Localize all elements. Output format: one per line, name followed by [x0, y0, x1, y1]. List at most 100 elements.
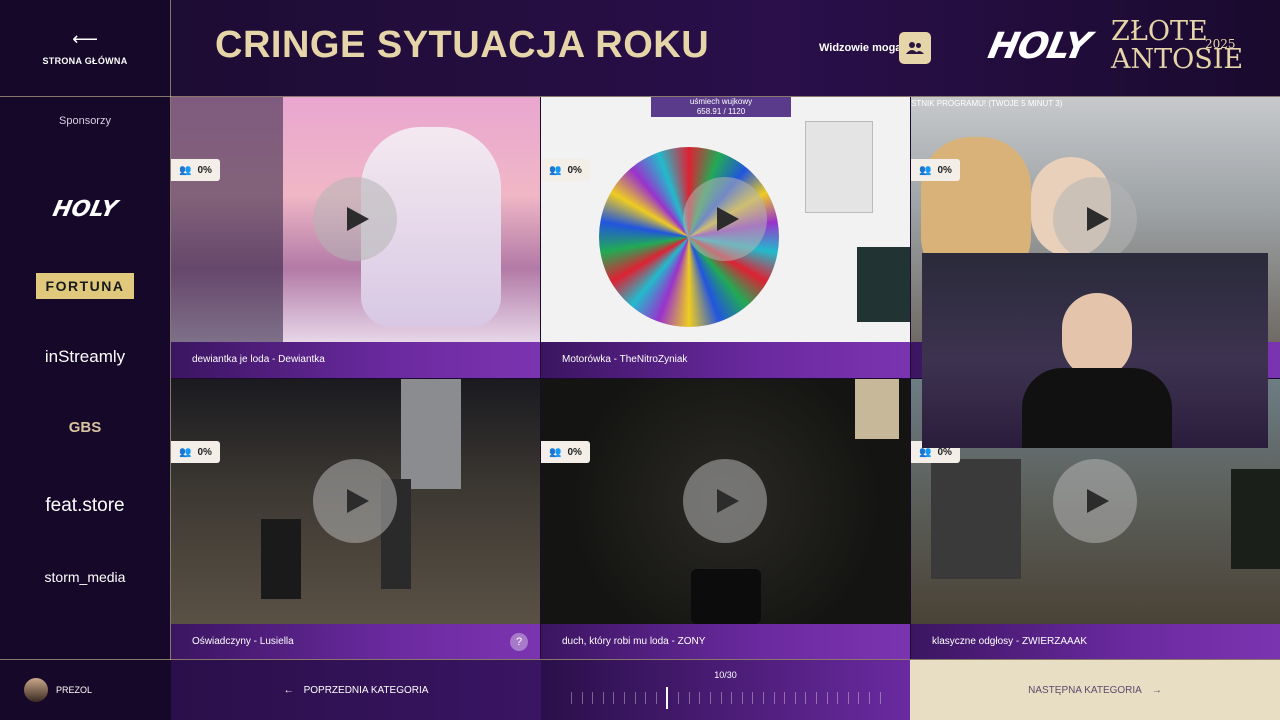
- progress-ticks: [571, 687, 881, 709]
- vote-percent: 0%: [197, 164, 212, 176]
- streamer-head: [1062, 293, 1132, 378]
- vote-percent-badge: 👥 0%: [541, 441, 590, 463]
- user-profile[interactable]: PREZOL: [24, 678, 92, 702]
- caption-bar: Motorówka - TheNitroZyniak: [541, 342, 910, 378]
- minecraft-wolf: [931, 459, 1021, 579]
- wheel-title: uśmiech wujkowy: [689, 97, 753, 106]
- users-icon: 👥: [179, 164, 192, 176]
- play-button[interactable]: [313, 177, 397, 261]
- progress-tick: [847, 692, 849, 704]
- avatar-badge: [855, 379, 899, 439]
- wheel-overlay: uśmiech wujkowy 658.91 / 1120: [651, 97, 791, 117]
- divider: [170, 0, 171, 720]
- play-icon: [347, 489, 369, 513]
- play-icon: [1087, 489, 1109, 513]
- streamer-webcam: [922, 253, 1268, 448]
- sponsor-fortuna[interactable]: FORTUNA: [36, 273, 134, 299]
- sponsor-gbs[interactable]: GBS: [0, 419, 170, 436]
- progress-tick: [571, 692, 572, 704]
- progress-tick: [816, 692, 818, 704]
- vote-percent-badge: 👥 0%: [171, 159, 220, 181]
- progress-tick: [731, 692, 733, 704]
- clip-tile-1[interactable]: 👥 0% dewiantka je loda - Dewiantka: [171, 97, 540, 378]
- progress-tick: [592, 692, 594, 704]
- progress-tick: [581, 692, 583, 704]
- clip-caption: duch, który robi mu loda - ZONY: [562, 636, 706, 647]
- progress-tick: [858, 692, 860, 704]
- sponsor-instreamly[interactable]: inStreamly: [0, 347, 170, 367]
- username: PREZOL: [56, 685, 93, 695]
- progress-count: 10/30: [714, 670, 737, 680]
- users-icon: [906, 42, 924, 54]
- caption-bar: klasyczne odgłosy - ZWIERZAAAK: [911, 624, 1280, 659]
- progress-tick: [613, 692, 615, 704]
- wheel-value: 658.91 / 1120: [696, 107, 746, 116]
- progress-tick: [699, 692, 701, 704]
- progress-tick: [709, 692, 711, 704]
- users-icon: 👥: [919, 164, 932, 176]
- progress-tick: [624, 692, 626, 704]
- sponsors-heading: Sponsorzy: [59, 115, 111, 127]
- clip-tile-4[interactable]: 👥 0% Oświadczyny - Lusiella ?: [171, 379, 540, 659]
- caption-bar: Oświadczyny - Lusiella: [171, 624, 540, 659]
- divider: [0, 96, 1280, 97]
- progress-tick: [634, 692, 636, 704]
- play-button[interactable]: [683, 459, 767, 543]
- progress-tick: [784, 692, 786, 704]
- progress-tick: [762, 692, 764, 704]
- next-category-label: NASTĘPNA KATEGORIA: [1028, 684, 1142, 696]
- award-year: 2025: [1205, 37, 1236, 51]
- play-button[interactable]: [1053, 459, 1137, 543]
- streamer-shirt: [1022, 368, 1172, 448]
- sponsor-stormmedia[interactable]: storm_media: [0, 569, 170, 585]
- play-button[interactable]: [1053, 177, 1137, 261]
- arrow-left-icon: ←: [283, 684, 294, 696]
- progress-tick: [837, 692, 839, 704]
- phone: [691, 569, 761, 624]
- vote-percent-badge: 👥 0%: [171, 441, 220, 463]
- progress-tick: [794, 692, 796, 704]
- clip-tile-5[interactable]: 👥 0% duch, który robi mu loda - ZONY: [541, 379, 910, 659]
- home-button[interactable]: ⟵ STRONA GŁÓWNA: [0, 0, 170, 96]
- progress-tick: [741, 692, 743, 704]
- users-icon: 👥: [549, 446, 562, 458]
- users-icon: 👥: [919, 446, 932, 458]
- progress-tick: [752, 692, 754, 704]
- vote-percent-badge: 👥 0%: [541, 159, 590, 181]
- vote-percent: 0%: [567, 446, 582, 458]
- arrow-left-icon: ⟵: [72, 29, 98, 49]
- previous-category-label: POPRZEDNIA KATEGORIA: [303, 684, 429, 696]
- users-icon: 👥: [549, 164, 562, 176]
- footer: PREZOL ← POPRZEDNIA KATEGORIA 10/30 NAST…: [0, 660, 1280, 720]
- viewers-label: Widzowie mogą: [819, 42, 902, 54]
- page-title: CRINGE SYTUACJA ROKU: [215, 24, 710, 66]
- previous-category-button[interactable]: ← POPRZEDNIA KATEGORIA: [171, 660, 541, 720]
- progress-tick: [879, 692, 881, 704]
- vote-percent-badge: 👥 0%: [911, 159, 960, 181]
- vote-percent: 0%: [937, 164, 952, 176]
- viewers-button[interactable]: [899, 32, 931, 64]
- progress-tick: [678, 692, 680, 704]
- play-icon: [717, 489, 739, 513]
- clip-caption: dewiantka je loda - Dewiantka: [192, 354, 325, 365]
- sponsor-featstore[interactable]: feat.store: [0, 495, 170, 517]
- next-category-button[interactable]: NASTĘPNA KATEGORIA →: [910, 660, 1280, 720]
- progress-tick: [645, 692, 647, 704]
- play-button[interactable]: [683, 177, 767, 261]
- clip-tile-2[interactable]: uśmiech wujkowy 658.91 / 1120 👥 0% Motoró…: [541, 97, 910, 378]
- caption-bar: duch, który robi mu loda - ZONY: [541, 624, 910, 659]
- progress-tick: [826, 692, 828, 704]
- crane: [401, 379, 461, 489]
- clip-caption: klasyczne odgłosy - ZWIERZAAAK: [932, 636, 1088, 647]
- sponsor-holy[interactable]: HOLY: [0, 197, 173, 222]
- help-icon[interactable]: ?: [510, 633, 528, 651]
- clip-caption: Motorówka - TheNitroZyniak: [562, 354, 688, 365]
- arrow-right-icon: →: [1151, 684, 1162, 696]
- play-button[interactable]: [313, 459, 397, 543]
- vote-percent: 0%: [567, 164, 582, 176]
- person-kneeling: [261, 519, 301, 599]
- caption-bar: dewiantka je loda - Dewiantka: [171, 342, 540, 378]
- sidebar: Sponsorzy HOLY FORTUNA inStreamly GBS fe…: [0, 97, 170, 659]
- clip-caption: Oświadczyny - Lusiella: [192, 636, 294, 647]
- side-panel: [805, 121, 873, 213]
